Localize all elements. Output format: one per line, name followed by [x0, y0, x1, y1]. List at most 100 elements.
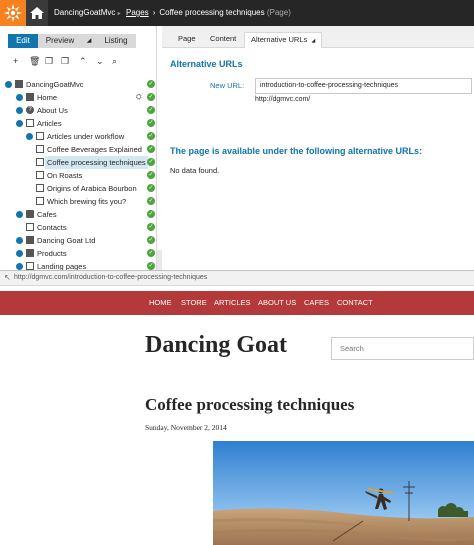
home-icon[interactable] — [26, 0, 48, 26]
move-icon[interactable]: ❐ — [61, 56, 69, 67]
tree-item-coffee-beverages-explained[interactable]: Coffee Beverages Explained ✓ — [0, 143, 157, 156]
tab-alternative-urls[interactable]: Alternative URLs ◢ — [244, 32, 323, 48]
top-bar: DancingGoatMvc ▸ Pages › Coffee processing… — [0, 0, 474, 26]
tab-dropdown-icon[interactable]: ◢ — [311, 38, 315, 44]
tree-item-label: Which brewing fits you? — [47, 197, 127, 206]
preview-address-bar: ↖ http://dgmvc.com/introduction-to-coffe… — [0, 270, 474, 286]
expand-icon[interactable] — [16, 94, 23, 101]
preview-url[interactable]: http://dgmvc.com/introduction-to-coffee-… — [14, 274, 207, 281]
published-icon: ✓ — [147, 210, 155, 218]
expand-icon[interactable] — [16, 250, 23, 257]
page-icon — [36, 145, 44, 153]
nav-articles[interactable]: ARTICLES — [214, 298, 251, 307]
nav-store[interactable]: STORE — [181, 298, 207, 307]
open-link-icon[interactable]: ↖ — [4, 273, 11, 282]
tree-item-home[interactable]: Home ⛭ ✓ — [0, 91, 157, 104]
tree-item-label: Articles — [37, 119, 62, 128]
breadcrumb-current: Coffee processing techniques — [159, 8, 265, 17]
site-brand[interactable]: Dancing Goat — [145, 332, 287, 359]
tree-item-label: Coffee Beverages Explained — [47, 145, 142, 154]
tree-item-label: Home — [37, 93, 58, 102]
article-title: Coffee processing techniques — [145, 395, 355, 414]
site-search-input[interactable]: Search — [331, 337, 474, 360]
delete-icon[interactable]: 🗑 — [29, 56, 40, 67]
list-icon — [36, 132, 44, 140]
available-urls-title: The page is available under the followin… — [170, 146, 423, 156]
page-icon — [36, 197, 44, 205]
edit-mode-button[interactable]: Edit — [8, 34, 38, 48]
copy-icon[interactable]: ❐ — [45, 56, 53, 67]
properties-pane: Page Content Alternative URLs ◢ Alternat… — [162, 26, 474, 270]
nav-home[interactable]: HOME — [149, 298, 172, 307]
add-icon[interactable]: + — [13, 56, 18, 66]
breadcrumb-pages-link[interactable]: Pages — [126, 8, 149, 17]
published-icon: ✓ — [147, 145, 155, 153]
products-icon — [26, 249, 34, 257]
nav-about-us[interactable]: ABOUT US — [258, 298, 296, 307]
published-icon: ✓ — [147, 106, 155, 114]
collapse-icon[interactable] — [16, 120, 23, 127]
new-url-input[interactable]: introduction-to-coffee-processing-techni… — [255, 78, 472, 94]
tree-item-which-brewing-fits-you[interactable]: Which brewing fits you? ✓ — [0, 195, 157, 208]
nav-cafes[interactable]: CAFES — [304, 298, 329, 307]
preview-mode-button[interactable]: Preview — [38, 34, 82, 48]
tree-item-dancing-goat-ltd[interactable]: Dancing Goat Ltd ✓ — [0, 234, 157, 247]
nav-contact[interactable]: CONTACT — [337, 298, 373, 307]
tree-item-label: Dancing Goat Ltd — [37, 236, 96, 245]
published-icon: ✓ — [147, 119, 155, 127]
tree-item-label: About Us — [37, 106, 68, 115]
tree-item-label: Products — [37, 249, 67, 258]
tree-item-about-us[interactable]: ? About Us ✓ — [0, 104, 157, 117]
list-icon — [26, 119, 34, 127]
site-name: DancingGoatMvc — [54, 8, 116, 17]
expand-icon[interactable] — [16, 211, 23, 218]
tree-item-products[interactable]: Products ✓ — [0, 247, 157, 260]
tree-item-label: Articles under workflow — [47, 132, 125, 141]
collapse-icon[interactable] — [5, 81, 12, 88]
tree-item-origins-of-arabica-bourbon[interactable]: Origins of Arabica Bourbon ✓ — [0, 182, 157, 195]
search-icon[interactable]: ⌕ — [112, 56, 117, 67]
page-tabs: Page Content Alternative URLs ◢ — [162, 26, 474, 48]
tree-item-label: On Roasts — [47, 171, 83, 180]
expand-icon[interactable] — [16, 237, 23, 244]
published-icon: ✓ — [147, 197, 155, 205]
tree-item-articles-under-workflow[interactable]: Articles under workflow ✓ — [0, 130, 157, 143]
kentico-logo-icon[interactable] — [0, 0, 26, 26]
tree-item-on-roasts[interactable]: On Roasts ✓ — [0, 169, 157, 182]
published-icon: ✓ — [147, 93, 155, 101]
tab-content[interactable]: Content — [210, 34, 236, 43]
expand-icon[interactable] — [16, 263, 23, 270]
expand-icon[interactable] — [26, 133, 33, 140]
content-tree-pane: Edit Preview ◢ Listing + 🗑 ❐ ❐ ⌃ ⌄ ⌕ Dan… — [0, 26, 157, 271]
site-selector[interactable]: DancingGoatMvc ▸ — [54, 8, 121, 17]
tab-alternative-urls-label: Alternative URLs — [251, 35, 308, 44]
tree-item-label-selected: Coffee processing techniques — [45, 156, 148, 169]
tree-item-coffee-processing-techniques[interactable]: Coffee processing techniques ✓ — [0, 156, 157, 169]
page-icon — [26, 223, 34, 231]
breadcrumb-separator: › — [152, 8, 156, 17]
preview-dropdown-icon[interactable]: ◢ — [82, 34, 96, 48]
published-icon: ✓ — [147, 262, 155, 270]
page-icon — [36, 158, 44, 166]
cafe-icon — [26, 210, 34, 218]
home-page-icon — [26, 93, 34, 101]
published-icon: ✓ — [147, 158, 155, 166]
published-icon: ✓ — [147, 132, 155, 140]
tree-item-contacts[interactable]: Contacts ✓ — [0, 221, 157, 234]
site-nav: HOME STORE ARTICLES ABOUT US CAFES CONTA… — [0, 291, 474, 315]
tree-item-cafes[interactable]: Cafes ✓ — [0, 208, 157, 221]
page-icon — [36, 184, 44, 192]
move-down-icon[interactable]: ⌄ — [96, 56, 104, 67]
published-icon: ✓ — [147, 184, 155, 192]
tree-item-label: DancingGoatMvc — [26, 80, 84, 89]
tree-item-articles[interactable]: Articles ✓ — [0, 117, 157, 130]
tree-item-label: Origins of Arabica Bourbon — [47, 184, 137, 193]
listing-mode-button[interactable]: Listing — [96, 34, 136, 48]
new-url-label: New URL: — [210, 81, 245, 90]
move-up-icon[interactable]: ⌃ — [79, 56, 87, 67]
tab-page[interactable]: Page — [178, 34, 196, 43]
question-icon: ? — [26, 106, 34, 114]
expand-icon[interactable] — [16, 107, 23, 114]
article-date: Sunday, November 2, 2014 — [145, 423, 227, 432]
tree-item-dancinggoatmvc[interactable]: DancingGoatMvc ✓ — [0, 78, 157, 91]
